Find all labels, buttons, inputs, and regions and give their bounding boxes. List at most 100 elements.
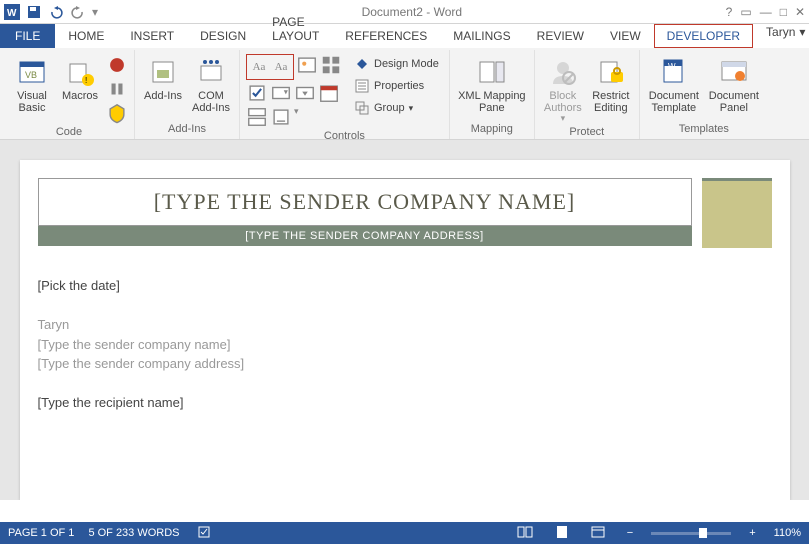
group-controls-label: Controls [324, 128, 365, 146]
macros-button[interactable]: ! Macros [58, 54, 102, 102]
document-template-button[interactable]: W Document Template [646, 54, 702, 114]
checkbox-control-button[interactable] [246, 82, 268, 104]
restrict-editing-button[interactable]: Restrict Editing [589, 54, 633, 114]
design-mode-button[interactable]: Design Mode [350, 54, 443, 74]
tab-review[interactable]: REVIEW [524, 24, 597, 48]
group-mapping-label: Mapping [471, 121, 513, 139]
word-app-icon: W [4, 4, 20, 20]
block-authors-button[interactable]: Block Authors ▾ [541, 54, 585, 124]
read-mode-button[interactable] [513, 525, 537, 542]
xml-mapping-pane-button[interactable]: XML Mapping Pane [456, 54, 528, 114]
status-bar: PAGE 1 OF 1 5 OF 233 WORDS − + 110% [0, 522, 809, 544]
document-template-label: Document Template [646, 90, 702, 114]
ribbon-display-icon[interactable]: ▭ [740, 5, 751, 19]
zoom-slider[interactable] [651, 532, 731, 535]
web-layout-button[interactable] [587, 525, 609, 542]
repeating-section-control-button[interactable] [246, 106, 268, 128]
tab-mailings[interactable]: MAILINGS [440, 24, 523, 48]
combobox-control-button[interactable] [270, 82, 292, 104]
building-block-control-button[interactable] [320, 54, 342, 76]
svg-text:W: W [668, 62, 676, 71]
sender-address-field[interactable]: [Type the sender company address] [38, 354, 772, 374]
help-icon[interactable]: ? [726, 5, 733, 19]
tab-developer[interactable]: DEVELOPER [654, 24, 753, 48]
record-macro-button[interactable] [106, 54, 128, 76]
tab-home[interactable]: HOME [55, 24, 117, 48]
com-addins-button[interactable]: COM Add-Ins [189, 54, 233, 114]
document-panel-button[interactable]: Document Panel [706, 54, 762, 114]
company-address-field[interactable]: [TYPE THE SENDER COMPANY ADDRESS] [38, 226, 692, 246]
ribbon: VB Visual Basic ! Macros Code Add-Ins [0, 48, 809, 140]
svg-text:W: W [7, 8, 17, 19]
tab-view[interactable]: VIEW [597, 24, 654, 48]
redo-icon[interactable] [70, 4, 86, 20]
page-indicator[interactable]: PAGE 1 OF 1 [8, 527, 74, 539]
plain-text-control-button[interactable]: Aa [270, 56, 292, 78]
svg-text:VB: VB [25, 70, 37, 80]
rich-text-control-button[interactable]: Aa [248, 56, 270, 78]
block-authors-label: Block Authors [541, 90, 585, 114]
user-name: Taryn [766, 25, 795, 39]
addins-label: Add-Ins [144, 90, 182, 102]
undo-icon[interactable] [48, 4, 64, 20]
group-protect-label: Protect [569, 124, 604, 142]
group-addins-label: Add-Ins [168, 121, 206, 139]
ribbon-tabs: FILE HOME INSERT DESIGN PAGE LAYOUT REFE… [0, 24, 809, 48]
document-area[interactable]: [TYPE THE SENDER COMPANY NAME] [TYPE THE… [0, 140, 809, 500]
word-count[interactable]: 5 OF 233 WORDS [88, 527, 179, 539]
zoom-out-button[interactable]: − [623, 527, 637, 539]
company-name-field[interactable]: [TYPE THE SENDER COMPANY NAME] [38, 178, 692, 226]
group-controls: AaAa ▾ Design [240, 50, 450, 139]
page[interactable]: [TYPE THE SENDER COMPANY NAME] [TYPE THE… [20, 160, 790, 500]
picture-control-button[interactable] [296, 54, 318, 76]
chevron-down-icon: ▾ [561, 114, 566, 124]
macro-security-button[interactable] [106, 102, 128, 124]
design-mode-label: Design Mode [374, 58, 439, 70]
chevron-down-icon: ▾ [799, 25, 805, 39]
properties-button[interactable]: Properties [350, 76, 443, 96]
spell-check-icon[interactable] [194, 525, 216, 542]
dropdown-control-button[interactable] [294, 82, 316, 104]
tab-file[interactable]: FILE [0, 24, 55, 48]
pause-recording-button[interactable] [106, 78, 128, 100]
document-panel-label: Document Panel [706, 90, 762, 114]
user-menu[interactable]: Taryn ▾ [753, 16, 809, 48]
macros-label: Macros [62, 90, 98, 102]
logo-placeholder[interactable] [702, 178, 772, 248]
save-icon[interactable] [26, 4, 42, 20]
tab-insert[interactable]: INSERT [117, 24, 187, 48]
date-field[interactable]: [Pick the date] [38, 276, 772, 296]
chevron-down-icon: ▾ [409, 103, 414, 114]
visual-basic-button[interactable]: VB Visual Basic [10, 54, 54, 114]
print-layout-button[interactable] [551, 525, 573, 542]
xml-mapping-label: XML Mapping Pane [456, 90, 528, 114]
tab-design[interactable]: DESIGN [187, 24, 259, 48]
group-protect: Block Authors ▾ Restrict Editing Protect [535, 50, 640, 139]
properties-label: Properties [374, 80, 424, 92]
zoom-level[interactable]: 110% [774, 527, 801, 539]
group-button[interactable]: Group ▾ [350, 98, 443, 118]
zoom-in-button[interactable]: + [745, 527, 759, 539]
window-title: Document2 - Word [98, 5, 726, 19]
group-templates: W Document Template Document Panel Templ… [640, 50, 768, 139]
com-addins-label: COM Add-Ins [189, 90, 233, 114]
group-label: Group [374, 102, 405, 114]
recipient-field[interactable]: [Type the recipient name] [38, 393, 772, 413]
tab-page-layout[interactable]: PAGE LAYOUT [259, 10, 332, 48]
svg-text:!: ! [85, 76, 87, 85]
sender-company-field[interactable]: [Type the sender company name] [38, 335, 772, 355]
restrict-editing-label: Restrict Editing [589, 90, 633, 114]
addins-button[interactable]: Add-Ins [141, 54, 185, 102]
group-addins: Add-Ins COM Add-Ins Add-Ins [135, 50, 240, 139]
group-mapping: XML Mapping Pane Mapping [450, 50, 535, 139]
date-picker-control-button[interactable] [318, 82, 340, 104]
legacy-tools-dropdown[interactable]: ▾ [294, 106, 299, 128]
group-code: VB Visual Basic ! Macros Code [4, 50, 135, 139]
title-bar: W ▾ Document2 - Word ? ▭ — □ ✕ [0, 0, 809, 24]
group-code-label: Code [56, 124, 82, 142]
tab-references[interactable]: REFERENCES [332, 24, 440, 48]
author-field[interactable]: Taryn [38, 315, 772, 335]
group-templates-label: Templates [679, 121, 729, 139]
legacy-tools-button[interactable] [270, 106, 292, 128]
visual-basic-label: Visual Basic [10, 90, 54, 114]
